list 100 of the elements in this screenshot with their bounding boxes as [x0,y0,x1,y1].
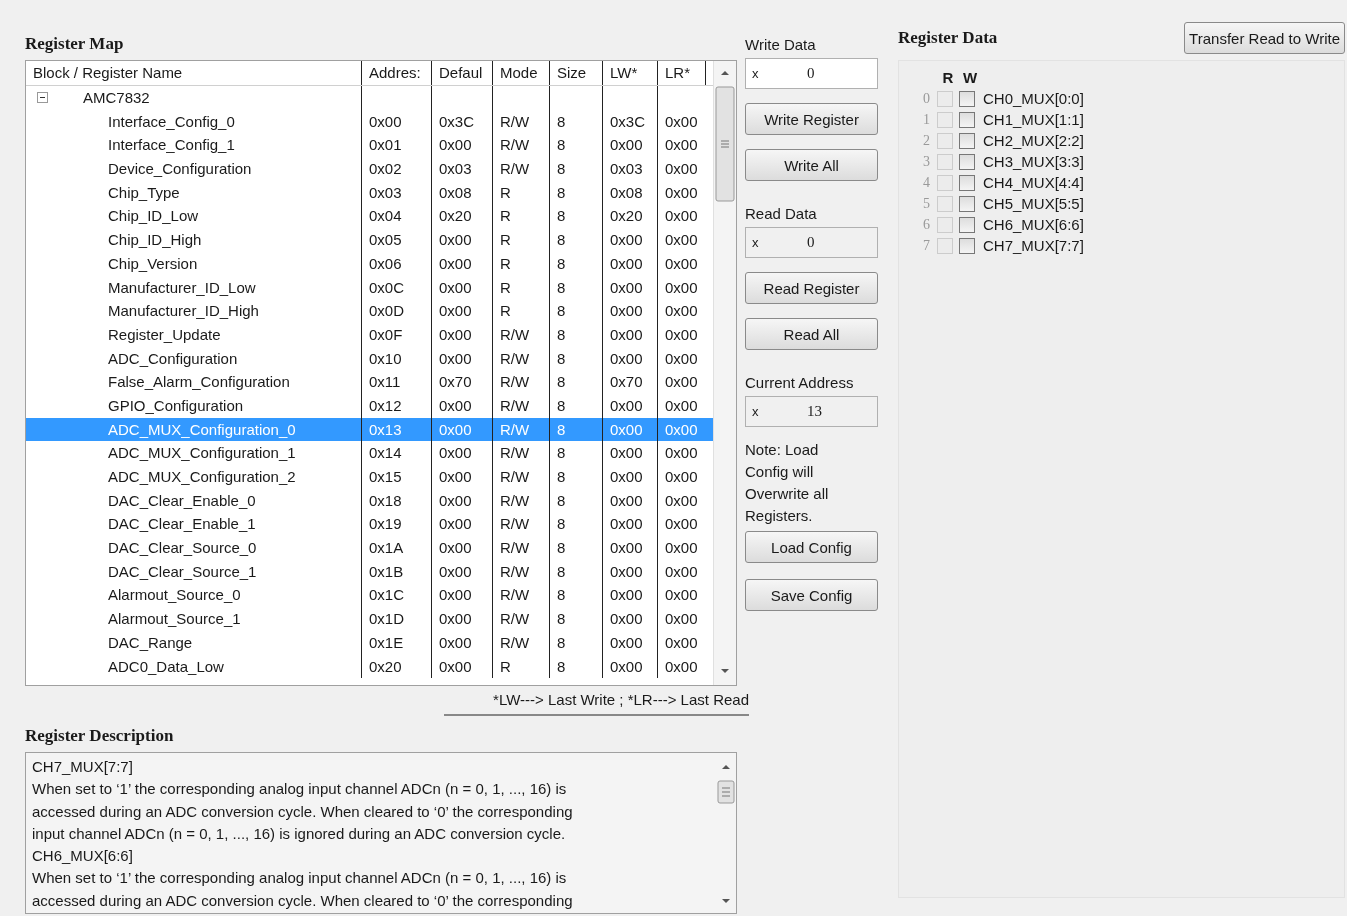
write-checkbox[interactable] [959,132,975,149]
register-row[interactable]: Chip_Type 0x03 0x08 R 8 0x08 0x00 [26,180,713,205]
write-checkbox[interactable] [959,153,975,170]
table-cell: R/W [500,633,530,651]
table-cell: 8 [557,468,566,485]
column-header[interactable]: LW* [603,61,658,85]
action-button[interactable]: Write Register [745,103,878,135]
register-name: Chip_Version [107,254,198,272]
write-checkbox[interactable] [959,90,975,107]
register-row[interactable]: Device_Configuration 0x02 0x03 R/W 8 0x03 0x00 [26,157,713,181]
register-name: Interface_Config_0 [107,112,235,130]
table-cell: 0x00 [665,254,698,272]
register-row[interactable]: Manufacturer_ID_Low 0x0C 0x00 R 8 0x00 0x00 [26,275,713,300]
write-checkbox[interactable] [959,216,975,233]
table-cell: 0x0F [369,325,403,343]
register-row[interactable]: DAC_Range 0x1E 0x00 R/W 8 0x00 0x00 [26,630,713,655]
column-header[interactable]: Mode [493,61,550,85]
table-cell: 0x00 [610,491,643,509]
column-header: R [941,69,955,86]
table-cell: 0x00 [439,562,472,580]
table-cell: 0x03 [369,183,402,201]
column-header[interactable]: LR* [658,61,706,85]
register-row[interactable]: DAC_Clear_Enable_0 0x18 0x00 R/W 8 0x00 0x00 [26,488,713,513]
table-cell: 0x00 [439,278,472,296]
table-cell: 0x00 [665,160,698,178]
column-header[interactable]: Defaul [432,61,493,85]
scrollbar[interactable] [713,61,736,685]
input-field[interactable]: x 13 [745,396,878,427]
register-row[interactable]: Chip_ID_Low 0x04 0x20 R 8 0x20 0x00 [26,204,713,229]
table-cell: R [500,278,511,296]
transfer-button[interactable]: Transfer Read to Write [1184,22,1345,54]
table-cell: 0x00 [665,231,698,249]
bit-index: 4 [923,174,931,191]
table-cell: 8 [557,278,566,296]
table-cell: 0x00 [610,325,643,343]
table-cell: 0x00 [610,515,643,533]
description-text: input channel ADCn (n = 0, 1, ..., 16) is ignored during an ADC conversion cycle. [32,823,567,844]
collapse-icon[interactable] [37,92,48,104]
register-row[interactable]: Alarmout_Source_0 0x1C 0x00 R/W 8 0x00 0x00 [26,583,713,608]
table-cell: 0x00 [665,444,698,462]
table-cell: R/W [500,515,530,533]
action-button[interactable]: Load Config [745,531,878,563]
column-header[interactable]: Block / Register Name [26,61,362,85]
register-row[interactable]: ADC_MUX_Configuration_1 0x14 0x00 R/W 8 0x00 0x00 [26,441,713,465]
register-row[interactable]: Alarmout_Source_1 0x1D 0x00 R/W 8 0x00 0x00 [26,607,713,631]
table-cell: 0x00 [610,254,643,272]
table-cell: 0x00 [665,562,698,580]
input-field[interactable]: x 0 [745,58,878,89]
table-cell: 0x03 [610,160,643,178]
table-cell: 0x00 [665,396,698,414]
column-header[interactable]: Addres: [362,61,432,85]
action-button[interactable]: Read Register [745,272,878,304]
register-row[interactable]: Register_Update 0x0F 0x00 R/W 8 0x00 0x00 [26,322,713,347]
table-cell: 0x3C [610,112,646,130]
register-row[interactable]: DAC_Clear_Source_1 0x1B 0x00 R/W 8 0x00 0x00 [26,559,713,584]
tree-node[interactable]: AMC7832 [83,86,150,110]
table-cell: 0x1B [369,562,404,580]
register-row[interactable]: Chip_ID_High 0x05 0x00 R 8 0x00 0x00 [26,228,713,252]
table-cell: 0x00 [439,539,472,557]
table-cell: R/W [500,562,530,580]
table-cell: R [500,254,511,272]
register-row[interactable]: ADC_Configuration 0x10 0x00 R/W 8 0x00 0x00 [26,346,713,371]
write-checkbox[interactable] [959,174,975,191]
action-button[interactable]: Write All [745,149,878,181]
register-name: False_Alarm_Configuration [107,373,290,391]
register-row[interactable]: Interface_Config_0 0x00 0x3C R/W 8 0x3C 0x00 [26,109,713,134]
register-row[interactable]: ADC_MUX_Configuration_2 0x15 0x00 R/W 8 0x00 0x00 [26,465,713,489]
register-row[interactable]: DAC_Clear_Enable_1 0x19 0x00 R/W 8 0x00 0x00 [26,512,713,537]
column-header[interactable]: Size [550,61,603,85]
table-cell: 0x10 [369,349,402,367]
field-label: Read Data [745,204,818,224]
table-cell: 0x04 [369,207,402,225]
input-field[interactable]: x 0 [745,227,878,258]
bit-label: CH4_MUX[4:4] [982,174,1084,191]
register-row[interactable]: False_Alarm_Configuration 0x11 0x70 R/W 8 0x70 0x00 [26,370,713,394]
write-checkbox[interactable] [959,111,975,128]
table-cell: 0x05 [369,231,402,249]
table-cell: 0x0C [369,278,405,296]
table-cell: 0x00 [610,468,643,485]
register-row[interactable]: ADC0_Data_Low 0x20 0x00 R 8 0x00 0x00 [26,654,713,679]
write-checkbox[interactable] [959,237,975,254]
register-row[interactable]: GPIO_Configuration 0x12 0x00 R/W 8 0x00 0x00 [26,393,713,418]
bit-index: 0 [923,90,931,107]
table-cell: R [500,207,511,225]
table-cell: 0x00 [665,633,698,651]
register-row[interactable]: Interface_Config_1 0x01 0x00 R/W 8 0x00 0x00 [26,133,713,158]
table-cell: 0x00 [665,373,698,391]
table-cell: R/W [500,112,530,130]
register-name: GPIO_Configuration [107,396,244,414]
bit-index: 2 [923,132,931,149]
table-cell: 0x00 [439,136,472,154]
register-name: DAC_Clear_Source_0 [107,539,257,557]
register-row[interactable]: Manufacturer_ID_High 0x0D 0x00 R 8 0x00 0x00 [26,299,713,323]
action-button[interactable]: Save Config [745,579,878,611]
table-cell: 8 [557,610,566,628]
register-name: ADC_MUX_Configuration_2 [107,468,296,485]
register-row[interactable]: Chip_Version 0x06 0x00 R 8 0x00 0x00 [26,251,713,276]
write-checkbox[interactable] [959,195,975,212]
action-button[interactable]: Read All [745,318,878,350]
register-row[interactable]: DAC_Clear_Source_0 0x1A 0x00 R/W 8 0x00 0x00 [26,536,713,560]
